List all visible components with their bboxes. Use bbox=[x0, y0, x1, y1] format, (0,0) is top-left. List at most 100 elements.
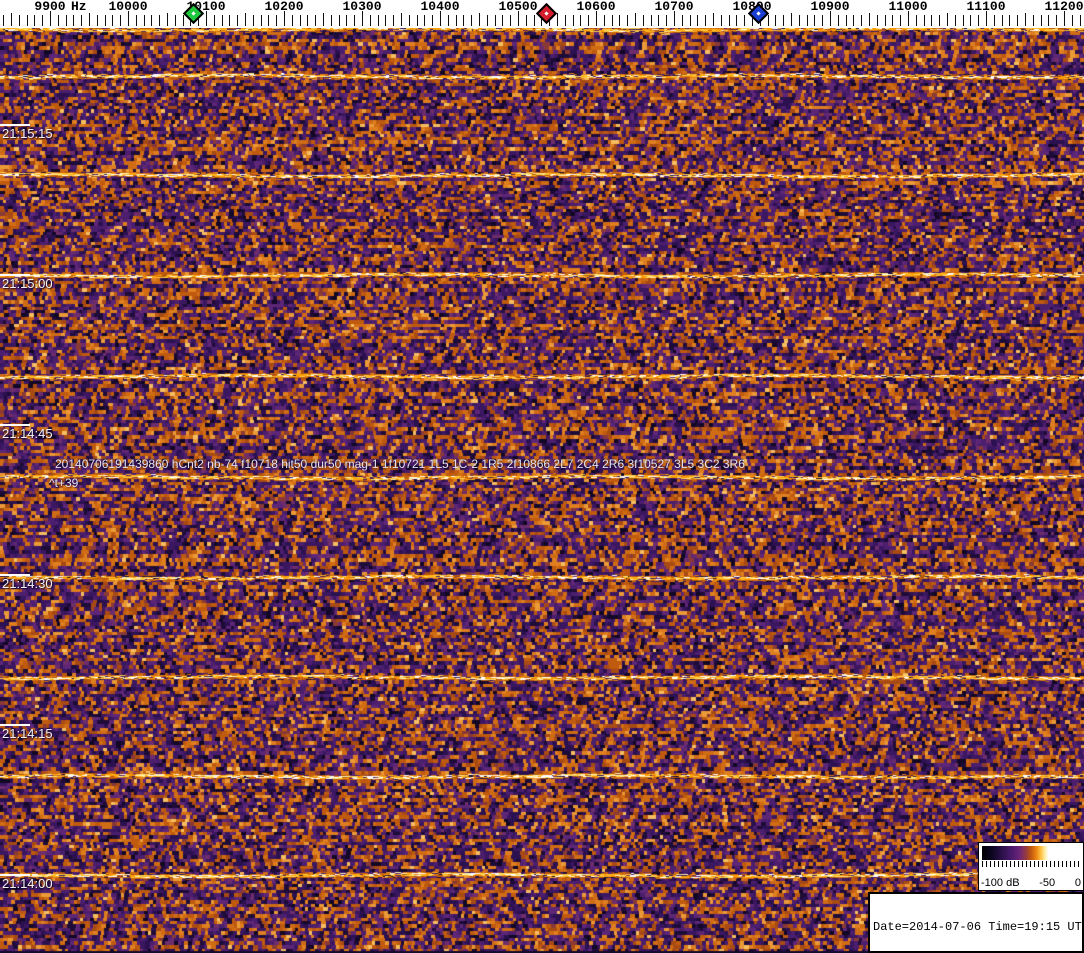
ruler-label: 9900 bbox=[34, 0, 66, 14]
colorbar-labels: -100 dB -50 0 bbox=[981, 877, 1081, 889]
ruler-tick bbox=[604, 15, 605, 26]
ruler-tick bbox=[651, 15, 652, 26]
ruler-tick bbox=[713, 13, 714, 26]
ruler-tick bbox=[853, 15, 854, 26]
ruler-tick bbox=[861, 15, 862, 26]
ruler-tick bbox=[682, 15, 683, 26]
ruler-tick bbox=[744, 15, 745, 26]
colorbar-label-min: -100 dB bbox=[981, 877, 1020, 889]
ruler-label: 10000 bbox=[108, 0, 148, 14]
ruler-unit-label: Hz bbox=[71, 0, 87, 14]
ruler-tick bbox=[643, 15, 644, 26]
ruler-tick bbox=[97, 15, 98, 26]
ruler-tick bbox=[697, 15, 698, 26]
ruler-tick bbox=[331, 15, 332, 26]
ruler-tick bbox=[27, 15, 28, 26]
ruler-tick bbox=[775, 15, 776, 26]
ruler-tick bbox=[346, 15, 347, 26]
ruler-tick bbox=[214, 15, 215, 26]
ruler-tick bbox=[3, 15, 4, 26]
ruler-label: 11000 bbox=[888, 0, 928, 14]
colorbar-label-mid: -50 bbox=[1039, 877, 1056, 889]
ruler-tick bbox=[580, 15, 581, 26]
observation-info-box: Date=2014-07-06 Time=19:15 UTC Freq=143 … bbox=[868, 892, 1084, 953]
ruler-tick bbox=[417, 15, 418, 26]
ruler-tick bbox=[799, 15, 800, 26]
ruler-tick bbox=[1025, 13, 1026, 26]
info-line-date: Date=2014-07-06 Time=19:15 UTC bbox=[873, 920, 1084, 934]
marker-core-icon bbox=[544, 11, 549, 16]
ruler-tick bbox=[885, 15, 886, 26]
ruler-label: 11200 bbox=[1044, 0, 1084, 14]
ruler-tick bbox=[167, 13, 168, 26]
ruler-tick bbox=[370, 15, 371, 26]
ruler-tick bbox=[573, 15, 574, 26]
ruler-tick bbox=[1002, 15, 1003, 26]
ruler-label: 10400 bbox=[420, 0, 460, 14]
ruler-tick bbox=[877, 15, 878, 26]
ruler-tick bbox=[1072, 15, 1073, 26]
ruler-label: 10700 bbox=[654, 0, 694, 14]
ruler-tick bbox=[1041, 15, 1042, 26]
ruler-tick bbox=[807, 15, 808, 26]
ruler-tick bbox=[58, 15, 59, 26]
ruler-tick bbox=[34, 15, 35, 26]
ruler-tick bbox=[526, 15, 527, 26]
ruler-tick bbox=[42, 15, 43, 26]
ruler-tick bbox=[112, 15, 113, 26]
ruler-tick bbox=[931, 15, 932, 26]
ruler-tick bbox=[557, 13, 558, 26]
ruler-tick bbox=[424, 15, 425, 26]
ruler-tick bbox=[955, 15, 956, 26]
ruler-tick bbox=[822, 15, 823, 26]
ruler-tick bbox=[1009, 15, 1010, 26]
colorbar-gradient bbox=[982, 846, 1080, 860]
ruler-tick bbox=[159, 15, 160, 26]
ruler-tick bbox=[456, 15, 457, 26]
ruler-tick bbox=[151, 15, 152, 26]
ruler-tick bbox=[502, 15, 503, 26]
colorbar-legend: -100 dB -50 0 bbox=[978, 842, 1084, 891]
colorbar-label-max: 0 bbox=[1074, 877, 1081, 889]
ruler-tick bbox=[315, 15, 316, 26]
ruler-tick bbox=[729, 15, 730, 26]
ruler-tick bbox=[1080, 15, 1081, 26]
time-label: 21:15:15 bbox=[2, 126, 53, 141]
ruler-tick bbox=[1048, 15, 1049, 26]
ruler-tick bbox=[947, 13, 948, 26]
ruler-label: 11100 bbox=[966, 0, 1006, 14]
time-label: 21:14:45 bbox=[2, 426, 53, 441]
ruler-tick bbox=[690, 15, 691, 26]
ruler-tick bbox=[144, 15, 145, 26]
ruler-tick bbox=[900, 15, 901, 26]
ruler-tick bbox=[534, 15, 535, 26]
ruler-tick bbox=[300, 15, 301, 26]
ruler-tick bbox=[963, 15, 964, 26]
ruler-tick bbox=[1056, 15, 1057, 26]
ruler-tick bbox=[619, 15, 620, 26]
ruler-label: 10200 bbox=[264, 0, 304, 14]
ruler-tick bbox=[105, 15, 106, 26]
ruler-tick bbox=[385, 15, 386, 26]
ruler-tick bbox=[120, 15, 121, 26]
ruler-tick bbox=[658, 15, 659, 26]
time-label: 21:14:15 bbox=[2, 726, 53, 741]
ruler-tick bbox=[814, 15, 815, 26]
time-label: 21:15:00 bbox=[2, 276, 53, 291]
ruler-tick bbox=[393, 15, 394, 26]
ruler-tick bbox=[261, 15, 262, 26]
ruler-tick bbox=[229, 15, 230, 26]
ruler-tick bbox=[222, 15, 223, 26]
frequency-ruler: 9900 10000 10100 10200 10300 10400 10500 10600 1… bbox=[0, 0, 1084, 28]
ruler-label: 10900 bbox=[810, 0, 850, 14]
waterfall-canvas[interactable] bbox=[0, 28, 1084, 953]
ruler-tick bbox=[276, 15, 277, 26]
ruler-label: 10300 bbox=[342, 0, 382, 14]
ruler-tick bbox=[136, 15, 137, 26]
detection-annotation: 20140706191439860 hCnt2 nb-74 f10718 hit… bbox=[55, 457, 745, 471]
marker-diamond-red[interactable] bbox=[535, 2, 558, 25]
ruler-tick bbox=[175, 15, 176, 26]
ruler-tick bbox=[73, 15, 74, 26]
ruler-tick bbox=[588, 15, 589, 26]
ruler-tick bbox=[916, 15, 917, 26]
